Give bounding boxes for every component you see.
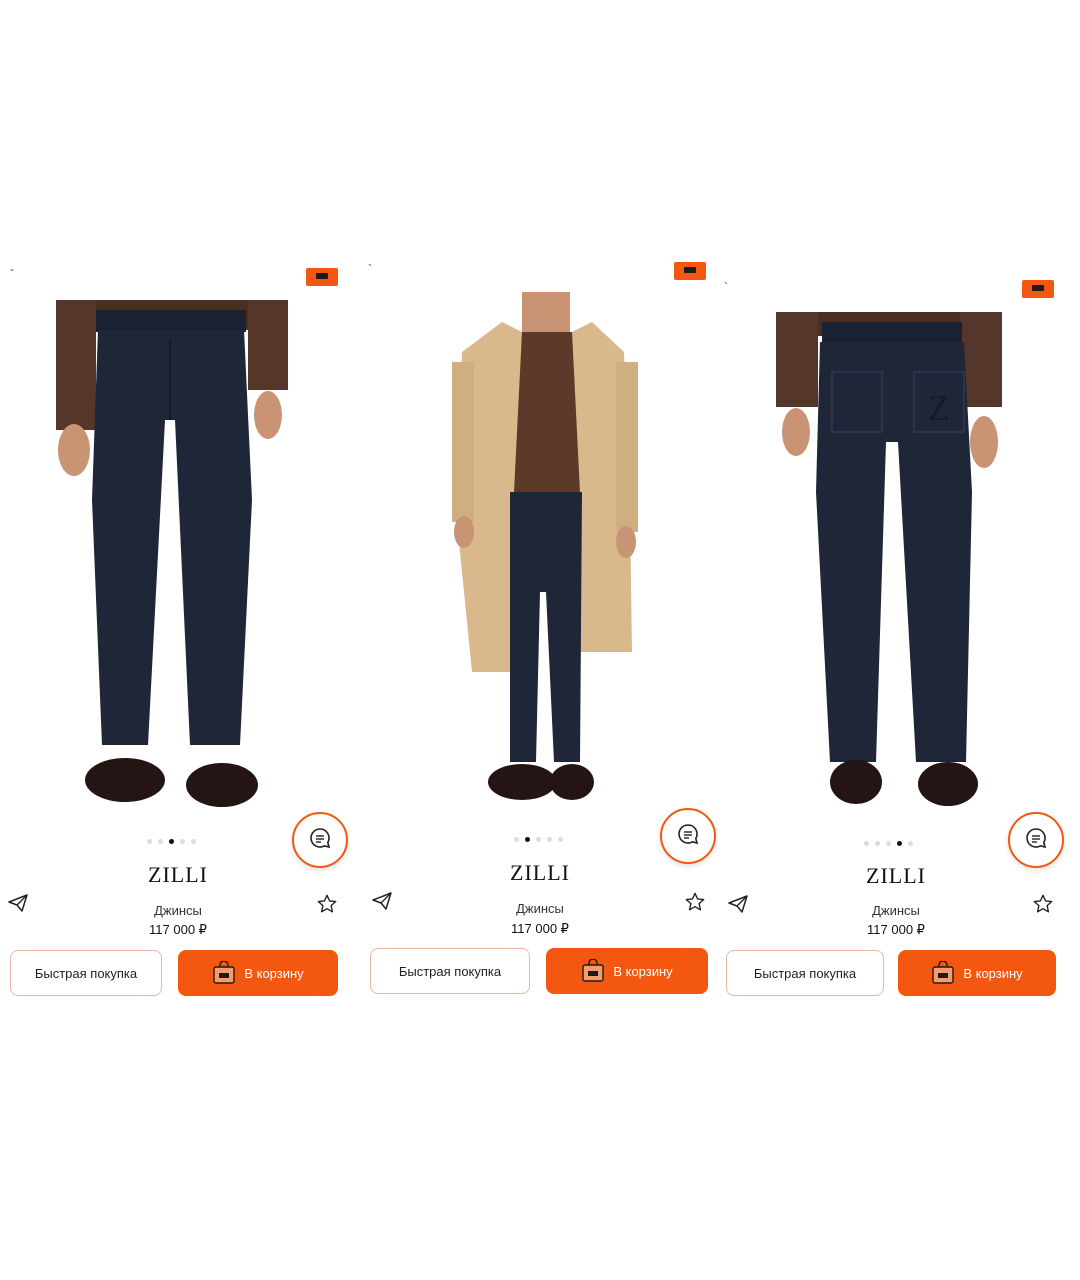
quick-buy-button[interactable]: Быстрая покупка <box>726 950 884 996</box>
add-to-cart-button[interactable]: В корзину <box>898 950 1056 996</box>
svg-text:Z: Z <box>928 388 950 428</box>
product-price: 117 000 ₽ <box>867 922 925 937</box>
star-icon[interactable] <box>684 891 706 918</box>
image-pagination[interactable] <box>514 837 563 842</box>
pagination-dot[interactable] <box>191 839 196 844</box>
pagination-dot[interactable] <box>558 837 563 842</box>
pagination-dot[interactable] <box>158 839 163 844</box>
product-photo[interactable] <box>442 292 642 822</box>
pagination-dot[interactable] <box>514 837 519 842</box>
chat-icon <box>308 826 332 855</box>
product-panel-1: - ZILLI Джинсы 117 000 ₽ Быстрая покупка… <box>0 260 356 1010</box>
product-price: 117 000 ₽ <box>149 922 207 937</box>
chat-button[interactable] <box>292 812 348 868</box>
quick-buy-button[interactable]: Быстрая покупка <box>10 950 162 996</box>
image-pagination[interactable] <box>864 841 913 846</box>
product-type: Джинсы <box>154 903 202 918</box>
product-type: Джинсы <box>516 901 564 916</box>
header-cart-icon[interactable] <box>674 262 706 280</box>
status-tick: - <box>10 262 14 276</box>
chat-icon <box>676 822 700 851</box>
star-icon[interactable] <box>316 893 338 920</box>
status-tick: ` <box>368 262 372 276</box>
header-cart-icon[interactable] <box>306 268 338 286</box>
product-panel-2: ` ZILLI Джинсы 117 000 ₽ Быстрая покупка… <box>362 260 718 1010</box>
quick-buy-label: Быстрая покупка <box>398 963 502 979</box>
status-tick: ` <box>724 280 728 294</box>
add-to-cart-label: В корзину <box>613 963 673 979</box>
product-panel-3: ` Z ZILLI Джинсы 117 000 ₽ Быстрая покуп… <box>718 260 1074 1010</box>
pagination-dot-active[interactable] <box>169 839 174 844</box>
bag-icon <box>212 960 236 985</box>
quick-buy-label: Быстрая покупка <box>34 965 138 981</box>
product-type: Джинсы <box>872 903 920 918</box>
add-to-cart-label: В корзину <box>963 965 1023 981</box>
product-brand[interactable]: ZILLI <box>718 863 1074 889</box>
pagination-dot[interactable] <box>147 839 152 844</box>
star-icon[interactable] <box>1032 893 1054 920</box>
bag-icon <box>581 958 605 983</box>
image-pagination[interactable] <box>147 839 196 844</box>
chat-button[interactable] <box>1008 812 1064 868</box>
product-brand[interactable]: ZILLI <box>0 862 356 888</box>
pagination-dot[interactable] <box>547 837 552 842</box>
pagination-dot[interactable] <box>180 839 185 844</box>
product-brand[interactable]: ZILLI <box>362 860 718 886</box>
pagination-dot[interactable] <box>864 841 869 846</box>
product-price: 117 000 ₽ <box>511 921 569 936</box>
pagination-dot[interactable] <box>875 841 880 846</box>
pagination-dot-active[interactable] <box>897 841 902 846</box>
chat-icon <box>1024 826 1048 855</box>
header-cart-icon[interactable] <box>1022 280 1054 298</box>
bag-icon <box>931 960 955 985</box>
product-photo[interactable]: Z <box>776 312 1002 812</box>
add-to-cart-button[interactable]: В корзину <box>178 950 338 996</box>
quick-buy-button[interactable]: Быстрая покупка <box>370 948 530 994</box>
pagination-dot[interactable] <box>536 837 541 842</box>
product-photo[interactable] <box>40 300 300 820</box>
add-to-cart-button[interactable]: В корзину <box>546 948 708 994</box>
pagination-dot[interactable] <box>908 841 913 846</box>
chat-button[interactable] <box>660 808 716 864</box>
pagination-dot[interactable] <box>886 841 891 846</box>
pagination-dot-active[interactable] <box>525 837 530 842</box>
quick-buy-label: Быстрая покупка <box>753 965 857 981</box>
add-to-cart-label: В корзину <box>244 965 304 981</box>
